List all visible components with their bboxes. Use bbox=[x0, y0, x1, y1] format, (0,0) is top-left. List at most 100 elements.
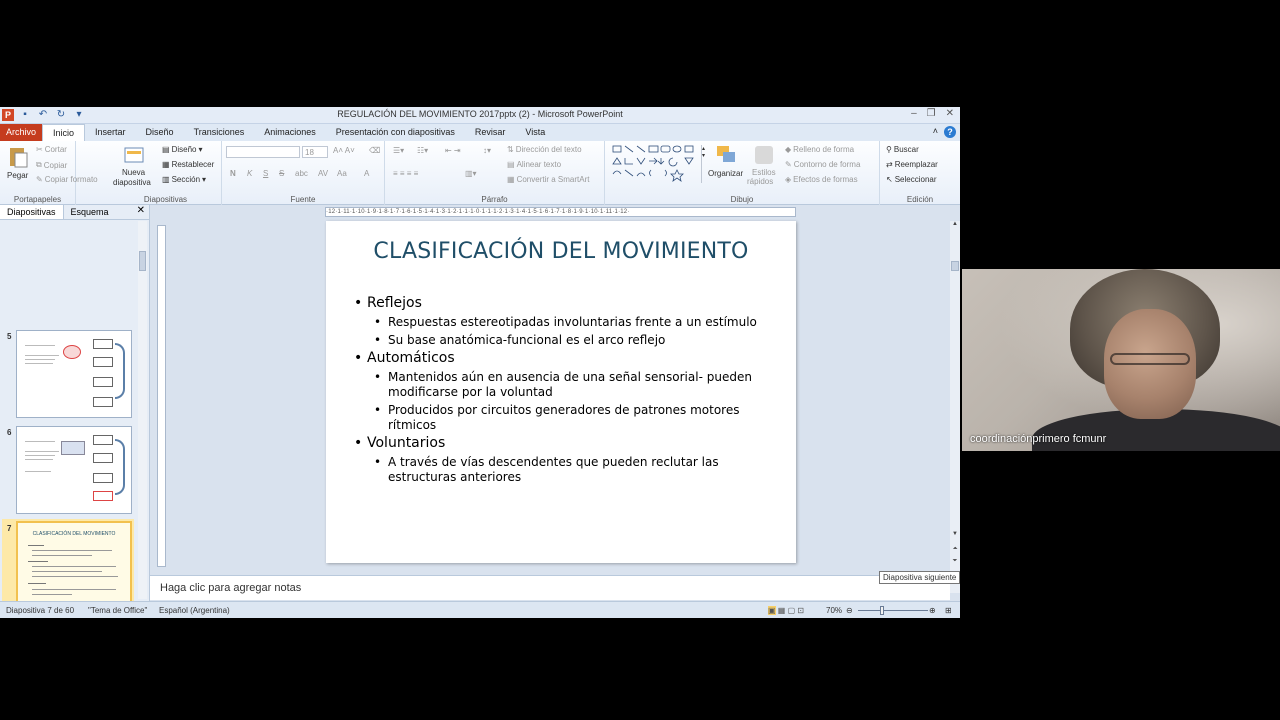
tab-presentacion[interactable]: Presentación con diapositivas bbox=[326, 124, 465, 141]
window-title: REGULACIÓN DEL MOVIMIENTO 2017pptx (2) -… bbox=[337, 109, 623, 119]
format-painter-button[interactable]: ✎ Copiar formato bbox=[36, 175, 98, 184]
strikethrough-icon[interactable]: S bbox=[279, 169, 284, 178]
shape-effects-button[interactable]: ◈ Efectos de formas bbox=[785, 175, 858, 184]
zoom-slider[interactable] bbox=[858, 610, 928, 611]
scroll-down-icon[interactable]: ▼ bbox=[950, 531, 960, 537]
shape-outline-button[interactable]: ✎ Contorno de forma bbox=[785, 160, 860, 169]
dropdown-arrow-icon: ▾ bbox=[202, 175, 207, 184]
clear-format-icon[interactable]: ⌫ bbox=[369, 146, 380, 155]
font-family-dropdown[interactable] bbox=[226, 146, 300, 158]
section-button[interactable]: ▥ Sección ▾ bbox=[162, 175, 206, 184]
fill-icon: ◆ bbox=[785, 145, 792, 154]
text-direction-button[interactable]: ⇅ Dirección del texto bbox=[507, 145, 582, 154]
bold-icon[interactable]: N bbox=[230, 169, 236, 178]
brush-icon: ✎ bbox=[36, 175, 43, 184]
zoom-slider-knob[interactable] bbox=[880, 606, 884, 615]
minimize-ribbon-icon[interactable]: ˄ bbox=[933, 126, 938, 138]
cut-button[interactable]: ✂ Cortar bbox=[36, 145, 67, 154]
reading-view-icon[interactable]: ▢ bbox=[788, 606, 796, 615]
shapes-scroll-icon[interactable]: ▴ ▾ bbox=[701, 145, 707, 183]
tab-esquema[interactable]: Esquema bbox=[64, 205, 116, 219]
slide-scroll-thumb[interactable] bbox=[951, 261, 959, 271]
zoom-out-icon[interactable]: ⊖ bbox=[846, 606, 853, 615]
view-buttons[interactable]: ▣ ▦ ▢ ⊡ bbox=[768, 606, 804, 615]
slide-thumbnail-5[interactable] bbox=[16, 330, 132, 418]
horizontal-ruler: ·12·1·11·1·10·1·9·1·8·1·7·1·6·1·5·1·4·1·… bbox=[325, 207, 796, 217]
slide-title[interactable]: CLASIFICACIÓN DEL MOVIMIENTO bbox=[326, 239, 796, 264]
new-slide-icon bbox=[124, 147, 144, 163]
select-button[interactable]: ↖ Seleccionar bbox=[886, 175, 937, 184]
tab-revisar[interactable]: Revisar bbox=[465, 124, 516, 141]
quick-styles-label-2[interactable]: rápidos bbox=[747, 177, 773, 186]
restore-icon[interactable]: ❐ bbox=[927, 108, 936, 119]
minimize-icon[interactable]: – bbox=[911, 108, 917, 119]
ribbon-help-area: ˄ ? bbox=[933, 126, 956, 138]
slide-canvas[interactable]: CLASIFICACIÓN DEL MOVIMIENTO Reflejos Re… bbox=[326, 221, 796, 563]
close-panel-icon[interactable]: ✕ bbox=[137, 205, 145, 216]
paste-button[interactable]: Pegar bbox=[7, 171, 28, 180]
webcam-video: coordinaciónprimero fcmunr bbox=[962, 269, 1280, 451]
panel-scroll-thumb[interactable] bbox=[139, 251, 146, 271]
tab-diapositivas[interactable]: Diapositivas bbox=[0, 205, 64, 219]
sorter-view-icon[interactable]: ▦ bbox=[778, 606, 786, 615]
font-size-dropdown[interactable]: 18 bbox=[302, 146, 328, 158]
font-color-icon[interactable]: A bbox=[364, 169, 369, 178]
fit-to-window-icon[interactable]: ⊞ bbox=[945, 606, 952, 615]
zoom-level[interactable]: 70% bbox=[826, 606, 842, 615]
quick-styles-label-1[interactable]: Estilos bbox=[752, 168, 776, 177]
arrange-button[interactable]: Organizar bbox=[708, 169, 743, 178]
bullets-icon[interactable]: ☰▾ bbox=[393, 146, 404, 155]
previous-slide-icon[interactable]: ⏶ bbox=[950, 546, 960, 553]
shape-fill-button[interactable]: ◆ Relleno de forma bbox=[785, 145, 854, 154]
replace-button[interactable]: ⇄ Reemplazar bbox=[886, 160, 938, 169]
copy-button[interactable]: ⧉ Copiar bbox=[36, 160, 67, 170]
italic-icon[interactable]: K bbox=[247, 169, 252, 178]
change-case-icon[interactable]: AV bbox=[318, 169, 328, 178]
panel-scrollbar[interactable] bbox=[138, 221, 147, 599]
new-slide-label-2[interactable]: diapositiva bbox=[113, 178, 151, 187]
align-icons[interactable]: ≡ ≡ ≡ ≡ bbox=[393, 169, 418, 178]
tab-archivo[interactable]: Archivo bbox=[0, 124, 43, 141]
align-text-button[interactable]: ▤ Alinear texto bbox=[507, 160, 561, 169]
line-spacing-icon[interactable]: ↕▾ bbox=[483, 146, 491, 155]
slide-thumbnail-6[interactable] bbox=[16, 426, 132, 514]
underline-icon[interactable]: S bbox=[263, 169, 268, 178]
scroll-up-icon[interactable]: ▲ bbox=[950, 221, 960, 227]
tab-diseno[interactable]: Diseño bbox=[136, 124, 184, 141]
help-icon[interactable]: ? bbox=[944, 126, 956, 138]
tab-transiciones[interactable]: Transiciones bbox=[184, 124, 255, 141]
shapes-gallery-icon[interactable] bbox=[611, 144, 699, 184]
slide-thumbnail-7[interactable]: CLASIFICACIÓN DEL MOVIMIENTO bbox=[16, 521, 132, 609]
close-icon[interactable]: ✕ bbox=[946, 108, 954, 119]
numbering-icon[interactable]: ☷▾ bbox=[417, 146, 428, 155]
new-slide-label-1[interactable]: Nueva bbox=[122, 168, 145, 177]
slideshow-view-icon[interactable]: ⊡ bbox=[797, 606, 804, 615]
find-button[interactable]: ⚲ Buscar bbox=[886, 145, 919, 154]
tab-animaciones[interactable]: Animaciones bbox=[254, 124, 326, 141]
char-spacing-icon[interactable]: abc bbox=[295, 169, 308, 178]
font-case-icon[interactable]: Aa bbox=[337, 169, 347, 178]
copy-icon: ⧉ bbox=[36, 160, 42, 169]
indent-icons[interactable]: ⇤ ⇥ bbox=[445, 146, 461, 155]
group-dibujo: ▴ ▾ Organizar Estilos rápidos ◆ Relleno de… bbox=[605, 141, 880, 205]
tab-inicio[interactable]: Inicio bbox=[42, 124, 86, 141]
next-slide-icon[interactable]: ⏷ bbox=[950, 558, 960, 565]
notes-pane[interactable]: Haga clic para agregar notas bbox=[150, 575, 950, 600]
theme-name[interactable]: "Tema de Office" bbox=[88, 606, 147, 615]
tab-insertar[interactable]: Insertar bbox=[85, 124, 136, 141]
reset-button[interactable]: ▦ Restablecer bbox=[162, 160, 214, 169]
slide-scrollbar[interactable]: ▲ ▼ ⏶ ⏷ bbox=[950, 221, 960, 593]
layout-button[interactable]: ▤ Diseño ▾ bbox=[162, 145, 202, 154]
group-parrafo: ☰▾ ☷▾ ⇤ ⇥ ↕▾ ≡ ≡ ≡ ≡ ▥▾ ⇅ Dirección del t… bbox=[385, 141, 605, 205]
tooltip: Diapositiva siguiente bbox=[879, 571, 960, 584]
tab-vista[interactable]: Vista bbox=[515, 124, 555, 141]
effects-icon: ◈ bbox=[785, 175, 792, 184]
smartart-button[interactable]: ▦ Convertir a SmartArt bbox=[507, 175, 589, 184]
slides-panel: Diapositivas Esquema ✕ 5 6 7 CLASIFICACI… bbox=[0, 205, 150, 618]
language-indicator[interactable]: Español (Argentina) bbox=[159, 606, 230, 615]
columns-icon[interactable]: ▥▾ bbox=[465, 169, 477, 178]
slide-body[interactable]: Reflejos Respuestas estereotipadas invol… bbox=[354, 293, 784, 485]
normal-view-icon[interactable]: ▣ bbox=[768, 606, 776, 615]
grow-font-icon[interactable]: A˄ A˅ bbox=[333, 146, 355, 155]
zoom-in-icon[interactable]: ⊕ bbox=[929, 606, 936, 615]
